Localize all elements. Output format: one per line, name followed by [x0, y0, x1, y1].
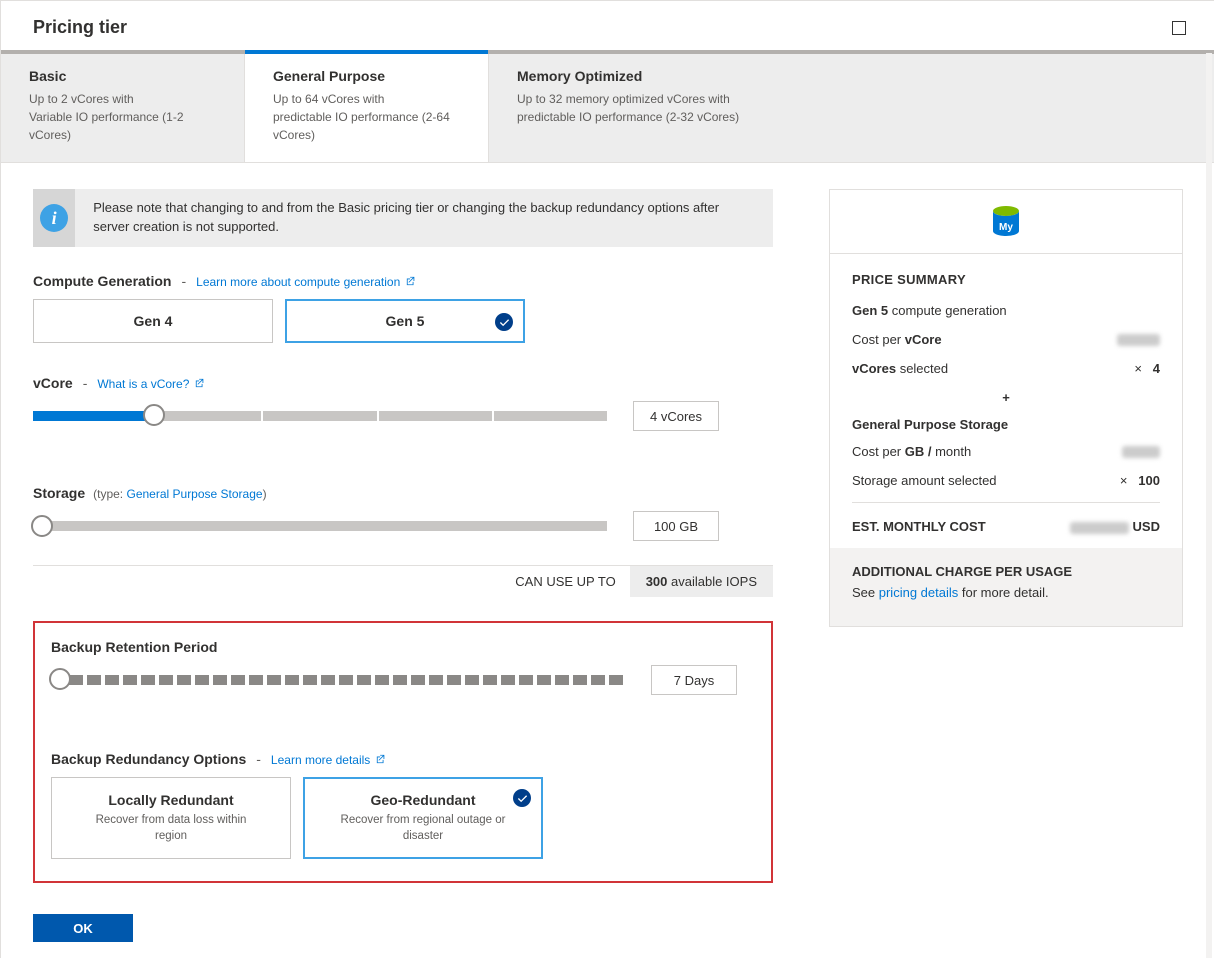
backup-highlight-box: Backup Retention Period 7 Days Backup Re…	[33, 621, 773, 883]
info-icon-wrap: i	[33, 189, 75, 247]
check-icon	[513, 789, 531, 807]
vcore-value: 4 vCores	[633, 401, 719, 431]
summary-est-label: EST. MONTHLY COST	[852, 519, 986, 534]
slider-thumb[interactable]	[143, 404, 165, 426]
locally-redundant-option[interactable]: Locally Redundant Recover from data loss…	[51, 777, 291, 859]
summary-footer-text: See pricing details for more detail.	[852, 585, 1160, 600]
storage-type-link[interactable]: General Purpose Storage	[126, 487, 262, 501]
iops-value: 300 available IOPS	[630, 566, 773, 597]
storage-label: Storage	[33, 485, 85, 501]
summary-footer-title: ADDITIONAL CHARGE PER USAGE	[852, 564, 1160, 579]
backup-redundancy-label: Backup Redundancy Options	[51, 751, 246, 767]
tab-title: Memory Optimized	[517, 68, 1186, 84]
tab-desc: Up to 32 memory optimized vCores with	[517, 90, 1186, 108]
scrollbar[interactable]	[1206, 53, 1212, 958]
summary-storage-title: General Purpose Storage	[852, 417, 1160, 432]
tab-desc: predictable IO performance (2-64 vCores)	[273, 108, 460, 144]
vcore-label: vCore	[33, 375, 73, 391]
price-summary-card: My PRICE SUMMARY Gen 5 compute generatio…	[829, 189, 1183, 627]
slider-thumb[interactable]	[49, 668, 71, 690]
tab-desc: Up to 64 vCores with	[273, 90, 460, 108]
external-link-icon	[195, 378, 205, 388]
backup-retention-label: Backup Retention Period	[51, 639, 217, 655]
tab-memory-optimized[interactable]: Memory Optimized Up to 32 memory optimiz…	[489, 54, 1214, 162]
summary-vcores-selected: vCores selected	[852, 361, 948, 376]
vcore-slider[interactable]	[33, 408, 607, 424]
tab-basic[interactable]: Basic Up to 2 vCores with Variable IO pe…	[1, 54, 245, 162]
mysql-logo: My	[830, 190, 1182, 254]
ok-button[interactable]: OK	[33, 914, 133, 942]
tab-general-purpose[interactable]: General Purpose Up to 64 vCores with pre…	[245, 54, 489, 162]
summary-title: PRICE SUMMARY	[852, 272, 1160, 287]
redacted-price: xxxxx	[1117, 334, 1161, 346]
maximize-icon[interactable]	[1172, 21, 1186, 35]
pricing-details-link[interactable]: pricing details	[879, 585, 959, 600]
tab-desc: predictable IO performance (2-32 vCores)	[517, 108, 1186, 126]
check-icon	[495, 313, 513, 331]
redacted-price: xxxxxxx	[1070, 522, 1129, 534]
slider-thumb[interactable]	[31, 515, 53, 537]
tab-title: General Purpose	[273, 68, 460, 84]
info-icon: i	[40, 204, 68, 232]
page-title: Pricing tier	[33, 17, 127, 38]
redacted-price: xxxx	[1122, 446, 1160, 458]
summary-plus: +	[852, 390, 1160, 405]
summary-gen: Gen 5 compute generation	[852, 303, 1007, 318]
iops-label: CAN USE UP TO	[515, 574, 615, 589]
gen5-option[interactable]: Gen 5	[285, 299, 525, 343]
backup-retention-slider[interactable]	[51, 672, 625, 688]
compute-gen-learn-link[interactable]: Learn more about compute generation	[196, 275, 415, 289]
tab-desc: Variable IO performance (1-2 vCores)	[29, 108, 216, 144]
storage-slider[interactable]	[33, 521, 607, 531]
gen4-option[interactable]: Gen 4	[33, 299, 273, 343]
tab-title: Basic	[29, 68, 216, 84]
info-text: Please note that changing to and from th…	[75, 189, 773, 247]
storage-value: 100 GB	[633, 511, 719, 541]
svg-text:My: My	[999, 222, 1013, 233]
vcore-learn-link[interactable]: What is a vCore?	[97, 377, 204, 391]
summary-cost-gb-label: Cost per GB / month	[852, 444, 971, 459]
backup-retention-value: 7 Days	[651, 665, 737, 695]
geo-redundant-option[interactable]: Geo-Redundant Recover from regional outa…	[303, 777, 543, 859]
info-banner: i Please note that changing to and from …	[33, 189, 773, 247]
summary-storage-selected: Storage amount selected	[852, 473, 997, 488]
compute-gen-label: Compute Generation	[33, 273, 171, 289]
external-link-icon	[406, 276, 416, 286]
storage-type: (type: General Purpose Storage)	[93, 487, 266, 501]
external-link-icon	[376, 754, 386, 764]
backup-redundancy-learn-link[interactable]: Learn more details	[271, 753, 386, 767]
tab-desc: Up to 2 vCores with	[29, 90, 216, 108]
summary-cost-vcore-label: Cost per vCore	[852, 332, 942, 347]
tabs: Basic Up to 2 vCores with Variable IO pe…	[1, 54, 1214, 163]
